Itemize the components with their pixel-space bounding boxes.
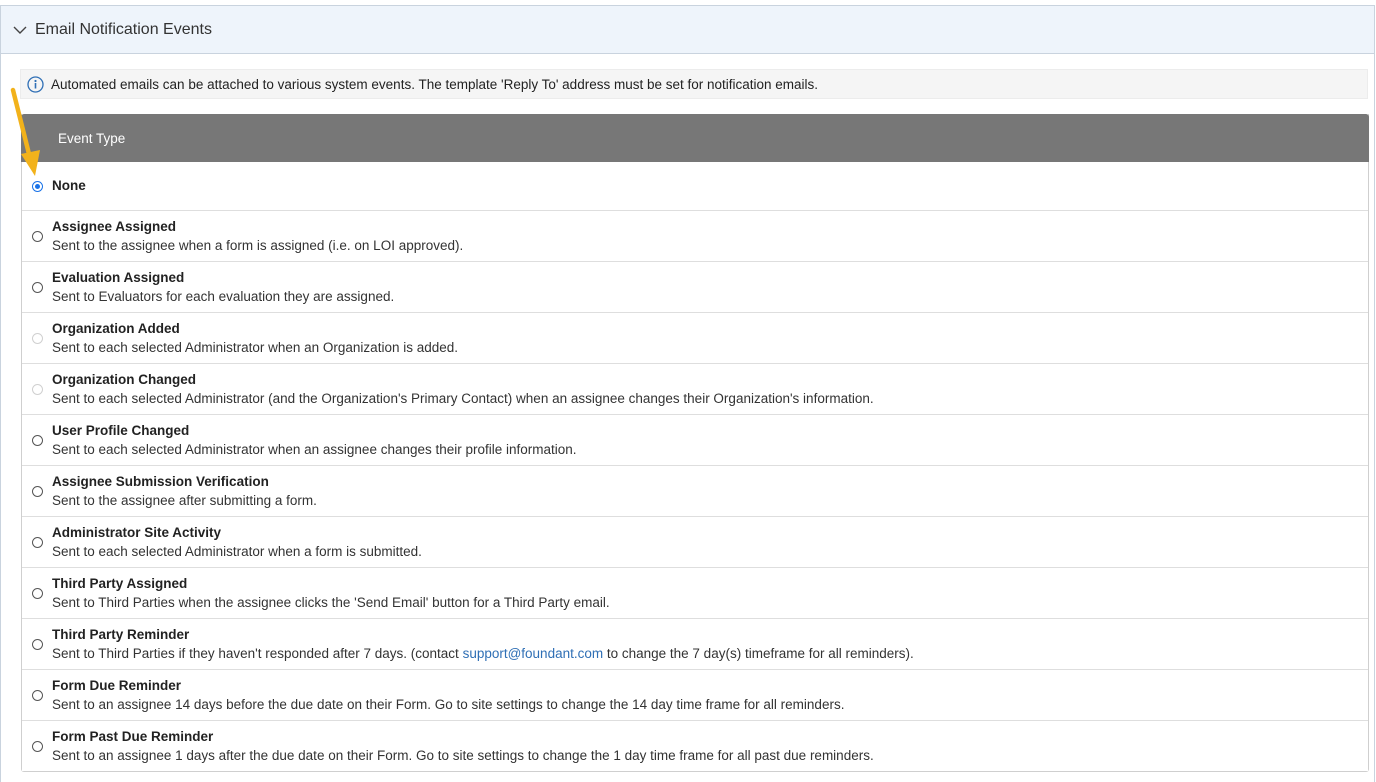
- column-header-event-type: Event Type: [21, 114, 1369, 162]
- table-row: Organization Added Sent to each selected…: [22, 312, 1368, 363]
- row-description: Sent to Third Parties when the assignee …: [52, 594, 610, 610]
- radio-form-due-reminder[interactable]: [31, 689, 43, 701]
- description-text: Sent to Third Parties if they haven't re…: [52, 645, 463, 661]
- table-row[interactable]: None: [22, 162, 1368, 210]
- row-title: Third Party Assigned: [52, 575, 188, 591]
- radio-organization-added: [31, 332, 43, 344]
- row-title: Assignee Assigned: [52, 218, 177, 234]
- table-row[interactable]: Assignee Assigned Sent to the assignee w…: [22, 210, 1368, 261]
- radio-user-profile-changed[interactable]: [31, 434, 43, 446]
- table-row[interactable]: User Profile Changed Sent to each select…: [22, 414, 1368, 465]
- row-description: Sent to each selected Administrator when…: [52, 543, 422, 559]
- panel-title: Email Notification Events: [35, 20, 212, 38]
- radio-third-party-reminder[interactable]: [31, 638, 43, 650]
- row-title: None: [52, 178, 86, 193]
- info-banner: Automated emails can be attached to vari…: [20, 69, 1368, 99]
- table-row[interactable]: Third Party Assigned Sent to Third Parti…: [22, 567, 1368, 618]
- radio-none[interactable]: [31, 180, 43, 192]
- table-row[interactable]: Form Due Reminder Sent to an assignee 14…: [22, 669, 1368, 720]
- radio-assignee-submission-verification[interactable]: [31, 485, 43, 497]
- table-row[interactable]: Evaluation Assigned Sent to Evaluators f…: [22, 261, 1368, 312]
- table-row[interactable]: Assignee Submission Verification Sent to…: [22, 465, 1368, 516]
- radio-organization-changed: [31, 383, 43, 395]
- row-description: Sent to the assignee after submitting a …: [52, 492, 317, 508]
- row-title: User Profile Changed: [52, 422, 190, 438]
- row-title: Assignee Submission Verification: [52, 473, 269, 489]
- arrow-annotation-icon: [10, 87, 40, 176]
- radio-evaluation-assigned[interactable]: [31, 281, 43, 293]
- event-type-table: Event Type None Assignee Assigned Sent t…: [21, 114, 1369, 772]
- row-title: Form Past Due Reminder: [52, 728, 214, 744]
- table-row[interactable]: Administrator Site Activity Sent to each…: [22, 516, 1368, 567]
- row-title: Third Party Reminder: [52, 626, 190, 642]
- row-description: Sent to each selected Administrator when…: [52, 339, 458, 355]
- row-title: Organization Added: [52, 320, 180, 336]
- row-title: Organization Changed: [52, 371, 197, 387]
- row-description: Sent to the assignee when a form is assi…: [52, 237, 464, 253]
- radio-assignee-assigned[interactable]: [31, 230, 43, 242]
- radio-form-past-due-reminder[interactable]: [31, 740, 43, 752]
- info-text: Automated emails can be attached to vari…: [51, 76, 819, 92]
- radio-administrator-site-activity[interactable]: [31, 536, 43, 548]
- row-description: Sent to an assignee 1 days after the due…: [52, 747, 874, 763]
- row-description: Sent to an assignee 14 days before the d…: [52, 696, 845, 712]
- table-row[interactable]: Form Past Due Reminder Sent to an assign…: [22, 720, 1368, 771]
- table-row[interactable]: Third Party Reminder Sent to Third Parti…: [22, 618, 1368, 669]
- support-email-link[interactable]: support@foundant.com: [463, 646, 604, 661]
- row-title: Form Due Reminder: [52, 677, 182, 693]
- row-description: Sent to Evaluators for each evaluation t…: [52, 288, 395, 304]
- radio-third-party-assigned[interactable]: [31, 587, 43, 599]
- description-text: to change the 7 day(s) timeframe for all…: [603, 645, 914, 661]
- row-description: Sent to each selected Administrator (and…: [52, 390, 874, 406]
- row-title: Evaluation Assigned: [52, 269, 185, 285]
- row-description: Sent to Third Parties if they haven't re…: [52, 644, 914, 663]
- row-description: Sent to each selected Administrator when…: [52, 441, 577, 457]
- panel-header[interactable]: Email Notification Events: [1, 6, 1374, 54]
- row-title: Administrator Site Activity: [52, 524, 222, 540]
- table-row: Organization Changed Sent to each select…: [22, 363, 1368, 414]
- chevron-down-icon[interactable]: [13, 23, 27, 37]
